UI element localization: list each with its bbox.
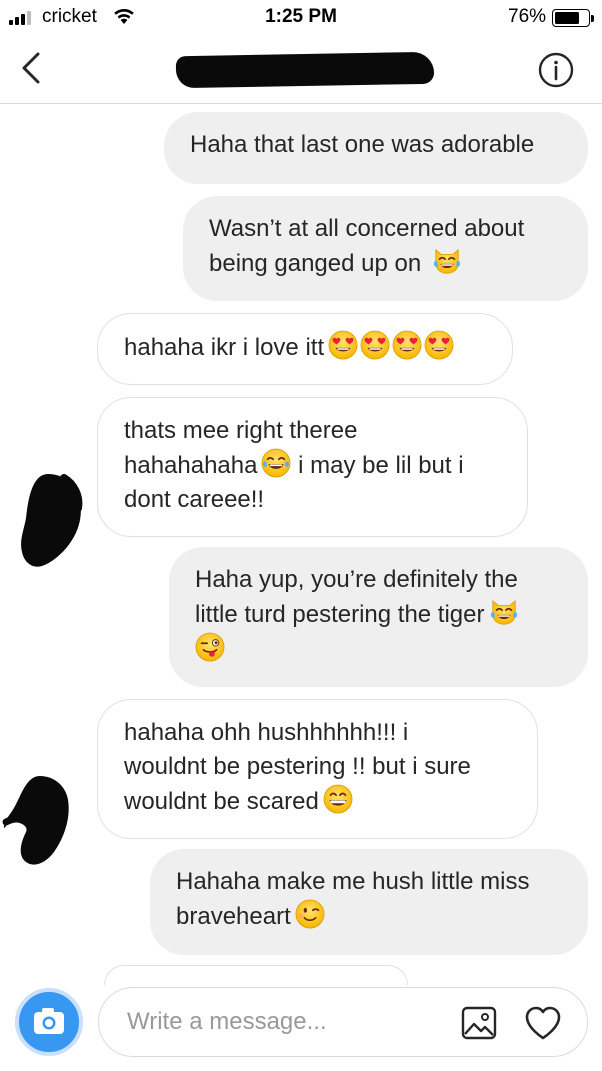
message-text: being ganged up on: [209, 250, 422, 277]
message-bubble-sent[interactable]: Haha that last one was adorable: [164, 112, 588, 184]
message-bubble-received-partial: [104, 965, 408, 985]
status-bar: cricket 1:25 PM 76%: [0, 0, 602, 34]
camera-icon: [34, 1008, 64, 1034]
message-input-container: [98, 987, 588, 1057]
avatar: [2, 776, 69, 865]
battery-fill: [555, 12, 580, 24]
heart-eyes-emoji: [424, 330, 454, 360]
heart-icon[interactable]: [523, 1004, 563, 1042]
camera-button[interactable]: [15, 988, 83, 1056]
message-bubble-received[interactable]: hahaha ikr i love itt: [97, 313, 513, 385]
message-bubble-sent[interactable]: Hahaha make me hush little miss bravehea…: [150, 849, 588, 955]
heart-eyes-emoji: [392, 330, 422, 360]
cat-tears-of-joy-emoji: [432, 246, 462, 276]
tears-of-joy-emoji: [261, 448, 291, 478]
heart-eyes-emoji: [328, 330, 358, 360]
message-text: hahaha ohh hushhhhhh!!! i: [124, 719, 409, 746]
avatar: [21, 474, 83, 567]
battery-cap: [591, 15, 594, 22]
message-text: hahahahaha: [124, 452, 258, 479]
message-text: Haha yup, you’re definitely the: [195, 566, 518, 593]
message-text: Hahaha make me hush little miss: [176, 868, 530, 895]
battery-icon: [552, 9, 590, 27]
winking-tongue-emoji: [195, 632, 225, 662]
message-text: wouldnt be pestering !! but i sure: [124, 753, 471, 780]
cat-tears-of-joy-emoji: [489, 597, 519, 627]
message-input[interactable]: [127, 1002, 447, 1042]
message-text: Haha that last one was adorable: [190, 131, 535, 158]
message-text: little turd pestering the tiger: [195, 601, 485, 628]
heart-eyes-emoji: [360, 330, 390, 360]
message-text: hahaha ikr i love itt: [124, 334, 325, 361]
message-text: braveheart: [176, 903, 291, 930]
info-icon[interactable]: [538, 52, 574, 88]
message-bubble-sent[interactable]: Haha yup, you’re definitely the little t…: [169, 547, 588, 687]
message-text: i may be lil but i: [298, 452, 464, 479]
message-bubble-sent[interactable]: Wasn’t at all concerned about being gang…: [183, 196, 588, 301]
message-composer: [12, 985, 590, 1059]
message-bubble-received[interactable]: hahaha ohh hushhhhhh!!! i wouldnt be pes…: [97, 699, 538, 839]
contact-name-redaction: [175, 51, 435, 89]
battery-percent: 76%: [508, 6, 547, 27]
gallery-icon[interactable]: [461, 1006, 497, 1040]
grinning-emoji: [323, 784, 353, 814]
conversation-header: [0, 34, 602, 104]
message-text: wouldnt be scared: [124, 788, 319, 815]
winking-emoji: [295, 899, 325, 929]
message-text: Wasn’t at all concerned about: [209, 215, 525, 242]
message-text: thats mee right theree: [124, 417, 358, 444]
chevron-left-icon[interactable]: [14, 48, 50, 88]
message-bubble-received[interactable]: thats mee right theree hahahahaha i may …: [97, 397, 528, 537]
message-text: dont careee!!: [124, 486, 265, 513]
